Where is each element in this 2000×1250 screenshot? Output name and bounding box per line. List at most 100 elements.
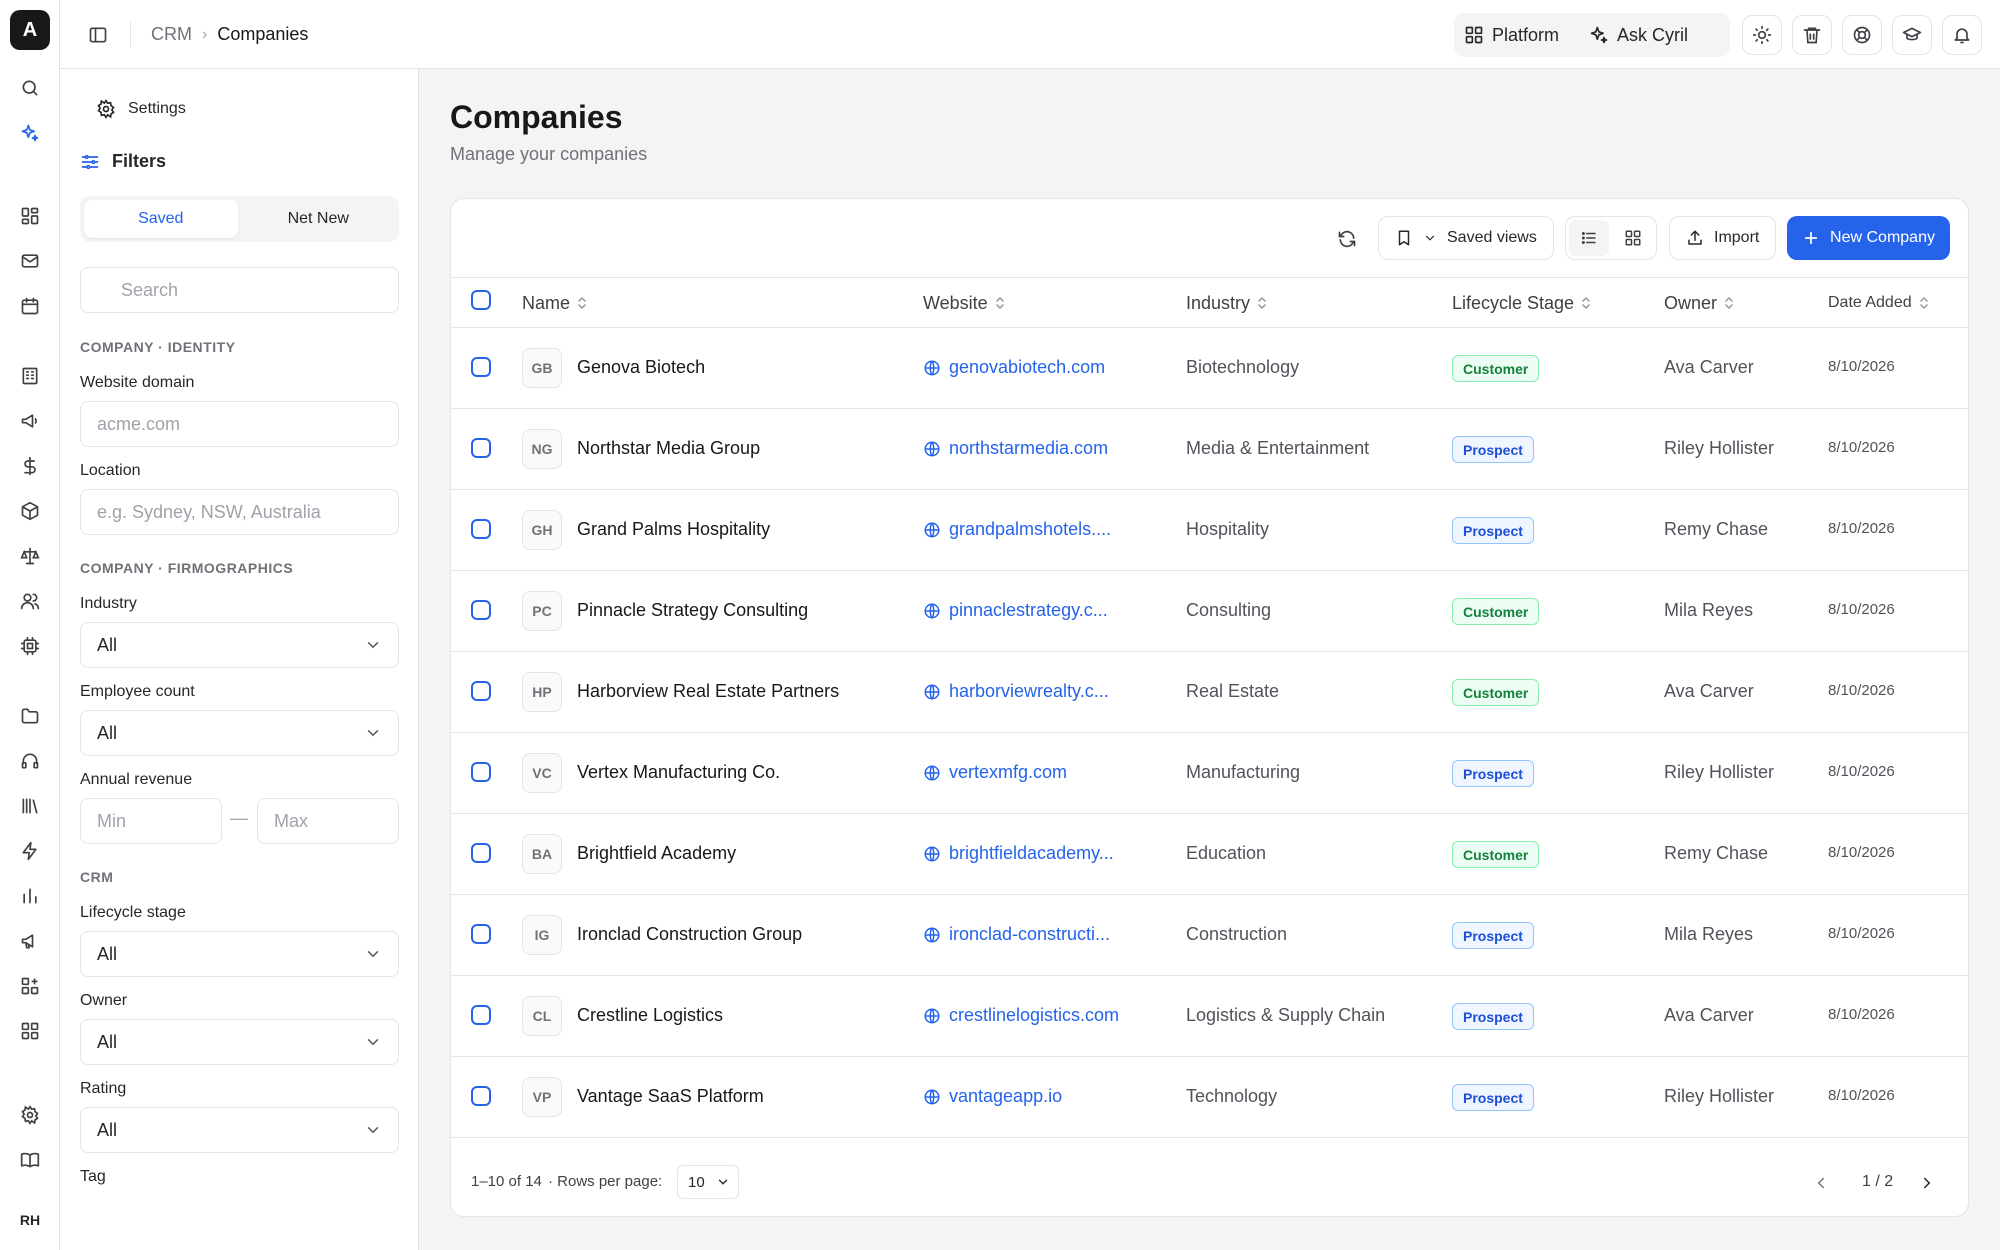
revenue-max-input[interactable] — [257, 798, 399, 844]
ask-cyril-button[interactable]: Ask Cyril — [1589, 25, 1688, 46]
headset-icon[interactable] — [14, 745, 46, 777]
users-icon[interactable] — [14, 585, 46, 617]
list-view-button[interactable] — [1569, 220, 1609, 256]
row-checkbox[interactable] — [471, 357, 491, 377]
row-checkbox[interactable] — [471, 519, 491, 539]
graduation-cap-icon[interactable] — [1892, 15, 1932, 55]
sun-icon[interactable] — [1742, 15, 1782, 55]
company-name[interactable]: Brightfield Academy — [577, 843, 736, 864]
company-name[interactable]: Pinnacle Strategy Consulting — [577, 600, 808, 621]
column-header-website[interactable]: Website — [923, 278, 1006, 328]
scale-icon[interactable] — [14, 540, 46, 572]
company-name[interactable]: Ironclad Construction Group — [577, 924, 802, 945]
tab-saved[interactable]: Saved — [84, 200, 238, 238]
sidebar-toggle-icon[interactable] — [82, 19, 114, 51]
platform-button[interactable]: Platform — [1464, 25, 1559, 46]
mail-icon[interactable] — [14, 245, 46, 277]
previous-page-button[interactable] — [1805, 1167, 1837, 1199]
lifecycle-stage-select[interactable]: All — [80, 931, 399, 977]
app-logo[interactable]: A — [10, 10, 50, 50]
owner-select[interactable]: All — [80, 1019, 399, 1065]
refresh-button[interactable] — [1327, 219, 1367, 259]
settings-link[interactable]: Settings — [96, 99, 186, 119]
company-website-link[interactable]: harborviewrealty.c... — [923, 681, 1109, 702]
column-header-name[interactable]: Name — [522, 278, 588, 328]
row-checkbox[interactable] — [471, 843, 491, 863]
location-input[interactable] — [80, 489, 399, 535]
select-all-checkbox[interactable] — [471, 290, 491, 310]
calendar-icon[interactable] — [14, 290, 46, 322]
grid-view-button[interactable] — [1613, 220, 1653, 256]
row-checkbox[interactable] — [471, 924, 491, 944]
company-name[interactable]: Vantage SaaS Platform — [577, 1086, 764, 1107]
industry-select[interactable]: All — [80, 622, 399, 668]
dollar-icon[interactable] — [14, 450, 46, 482]
column-header-date-added[interactable]: Date Added — [1828, 278, 1930, 328]
apps-icon[interactable] — [14, 1015, 46, 1047]
sparkles-icon[interactable] — [14, 117, 46, 149]
row-checkbox[interactable] — [471, 762, 491, 782]
bar-chart-icon[interactable] — [14, 880, 46, 912]
megaphone-icon[interactable] — [14, 405, 46, 437]
row-checkbox[interactable] — [471, 438, 491, 458]
row-checkbox[interactable] — [471, 681, 491, 701]
table-row[interactable]: CL Crestline Logistics crestlinelogistics.… — [451, 976, 1968, 1057]
tab-net-new[interactable]: Net New — [242, 200, 396, 238]
new-company-button[interactable]: New Company — [1787, 216, 1950, 260]
rows-per-page-select[interactable]: 10 — [677, 1165, 739, 1199]
column-header-lifecycle-stage[interactable]: Lifecycle Stage — [1452, 278, 1592, 328]
chip-icon[interactable] — [14, 630, 46, 662]
company-name[interactable]: Harborview Real Estate Partners — [577, 681, 839, 702]
table-row[interactable]: BA Brightfield Academy brightfieldacademy.… — [451, 814, 1968, 895]
user-avatar[interactable]: RH — [12, 1204, 48, 1236]
website-domain-input[interactable] — [80, 401, 399, 447]
table-row[interactable]: VC Vertex Manufacturing Co. vertexmfg.com M… — [451, 733, 1968, 814]
library-icon[interactable] — [14, 790, 46, 822]
breadcrumb-crm[interactable]: CRM — [151, 24, 192, 45]
import-button[interactable]: Import — [1669, 216, 1777, 260]
package-icon[interactable] — [14, 495, 46, 527]
help-icon[interactable] — [1842, 15, 1882, 55]
company-website-link[interactable]: crestlinelogistics.com — [923, 1005, 1119, 1026]
table-row[interactable]: HP Harborview Real Estate Partners harborv… — [451, 652, 1968, 733]
column-header-owner[interactable]: Owner — [1664, 278, 1735, 328]
column-header-industry[interactable]: Industry — [1186, 278, 1268, 328]
folder-icon[interactable] — [14, 700, 46, 732]
table-row[interactable]: IG Ironclad Construction Group ironclad-co… — [451, 895, 1968, 976]
company-website-link[interactable]: genovabiotech.com — [923, 357, 1105, 378]
table-row[interactable]: GH Grand Palms Hospitality grandpalmshotel… — [451, 490, 1968, 571]
company-name[interactable]: Crestline Logistics — [577, 1005, 723, 1026]
table-row[interactable]: GB Genova Biotech genovabiotech.com Biotech… — [451, 328, 1968, 409]
campaign-icon[interactable] — [14, 925, 46, 957]
building-icon[interactable] — [14, 360, 46, 392]
company-website-link[interactable]: vantageapp.io — [923, 1086, 1062, 1107]
company-name[interactable]: Vertex Manufacturing Co. — [577, 762, 780, 783]
company-name[interactable]: Grand Palms Hospitality — [577, 519, 770, 540]
table-row[interactable]: NG Northstar Media Group northstarmedia.co… — [451, 409, 1968, 490]
saved-views-button[interactable]: Saved views — [1378, 216, 1554, 260]
row-checkbox[interactable] — [471, 1086, 491, 1106]
table-row[interactable]: VP Vantage SaaS Platform vantageapp.io Tech… — [451, 1057, 1968, 1138]
book-icon[interactable] — [14, 1144, 46, 1176]
employee-count-select[interactable]: All — [80, 710, 399, 756]
company-name[interactable]: Genova Biotech — [577, 357, 705, 378]
company-website-link[interactable]: grandpalmshotels.... — [923, 519, 1111, 540]
bell-icon[interactable] — [1942, 15, 1982, 55]
company-website-link[interactable]: vertexmfg.com — [923, 762, 1067, 783]
company-website-link[interactable]: northstarmedia.com — [923, 438, 1108, 459]
company-name[interactable]: Northstar Media Group — [577, 438, 760, 459]
company-website-link[interactable]: pinnaclestrategy.c... — [923, 600, 1108, 621]
next-page-button[interactable] — [1911, 1167, 1943, 1199]
search-icon[interactable] — [14, 72, 46, 104]
company-website-link[interactable]: brightfieldacademy... — [923, 843, 1114, 864]
table-row[interactable]: PC Pinnacle Strategy Consulting pinnaclest… — [451, 571, 1968, 652]
row-checkbox[interactable] — [471, 1005, 491, 1025]
company-website-link[interactable]: ironclad-constructi... — [923, 924, 1110, 945]
gear-icon[interactable] — [14, 1099, 46, 1131]
rating-select[interactable]: All — [80, 1107, 399, 1153]
search-input[interactable] — [80, 267, 399, 313]
trash-icon[interactable] — [1792, 15, 1832, 55]
row-checkbox[interactable] — [471, 600, 491, 620]
revenue-min-input[interactable] — [80, 798, 222, 844]
integrations-icon[interactable] — [14, 970, 46, 1002]
